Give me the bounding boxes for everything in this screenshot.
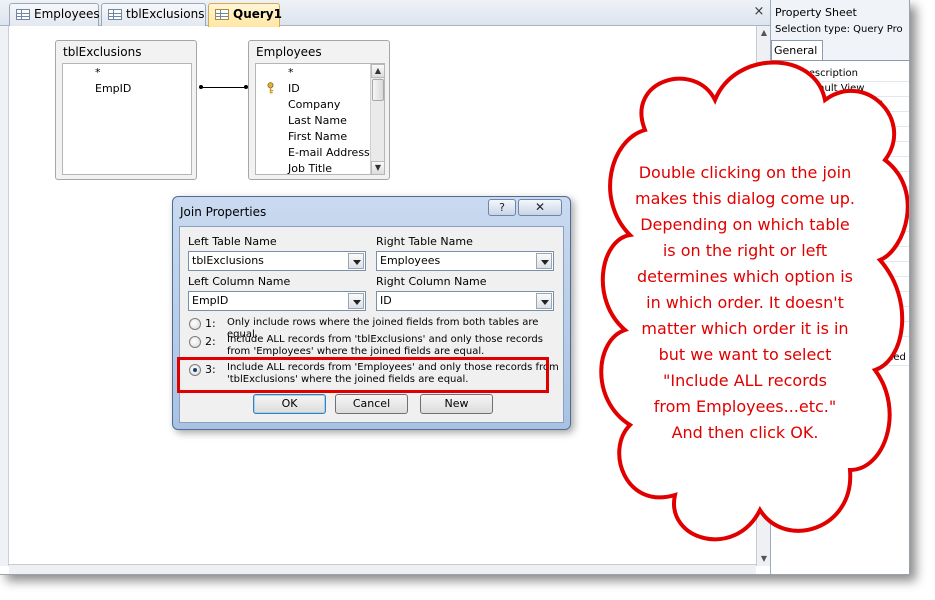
chevron-down-icon[interactable] bbox=[536, 293, 552, 309]
right-table-value: Employees bbox=[380, 254, 441, 267]
tab-employees[interactable]: Employees bbox=[9, 3, 100, 26]
left-column-label: Left Column Name bbox=[188, 275, 291, 288]
callout-line: "Include ALL records bbox=[663, 371, 827, 390]
ok-button[interactable]: OK bbox=[253, 394, 326, 414]
tab-label: Employees bbox=[34, 7, 100, 21]
field-list: * EmpID bbox=[62, 63, 192, 175]
join-option-2-radio[interactable] bbox=[189, 336, 201, 348]
callout-line: from Employees...etc." bbox=[653, 397, 837, 416]
right-column-value: ID bbox=[380, 294, 392, 307]
field-item-id[interactable]: ID bbox=[288, 82, 300, 95]
left-gutter bbox=[0, 26, 9, 566]
option-number: 3: bbox=[205, 363, 216, 376]
scroll-up-icon[interactable]: ▲ bbox=[757, 26, 771, 40]
field-item[interactable]: Company bbox=[288, 98, 340, 111]
join-properties-dialog: Join Properties ? ✕ Left Table Name tblE… bbox=[172, 196, 571, 430]
dialog-body: Left Table Name tblExclusions Right Tabl… bbox=[179, 226, 564, 423]
field-item[interactable]: Last Name bbox=[288, 114, 347, 127]
table-box-title[interactable]: tblExclusions bbox=[56, 41, 196, 63]
field-item[interactable]: Job Title bbox=[288, 162, 332, 174]
join-line[interactable] bbox=[201, 87, 246, 88]
table-icon bbox=[108, 9, 122, 20]
table-box-title[interactable]: Employees bbox=[249, 41, 389, 63]
right-table-label: Right Table Name bbox=[376, 235, 473, 248]
option-number: 2: bbox=[205, 335, 216, 348]
callout-line: is on the right or left bbox=[662, 241, 828, 260]
selection-type: Selection type: Query Pro bbox=[775, 24, 903, 35]
left-table-label: Left Table Name bbox=[188, 235, 277, 248]
left-column-value: EmpID bbox=[192, 294, 229, 307]
field-item[interactable]: E-mail Address bbox=[288, 146, 370, 159]
option-text[interactable]: Include ALL records from 'Employees' and… bbox=[227, 362, 562, 386]
table-icon bbox=[16, 9, 30, 20]
document-tab-strip: Employees tblExclusions Query1 × bbox=[0, 0, 770, 27]
field-item[interactable]: First Name bbox=[288, 130, 347, 143]
right-table-select[interactable]: Employees bbox=[376, 251, 554, 271]
table-box-employees[interactable]: Employees * ID Company Last Name First N… bbox=[248, 40, 390, 180]
left-column-select[interactable]: EmpID bbox=[188, 291, 366, 311]
left-table-select[interactable]: tblExclusions bbox=[188, 251, 366, 271]
close-tab-icon[interactable]: × bbox=[752, 5, 766, 19]
scroll-thumb[interactable] bbox=[372, 79, 384, 101]
callout-line: Double clicking on the join bbox=[638, 163, 852, 182]
primary-key-icon bbox=[267, 82, 274, 94]
chevron-down-icon[interactable] bbox=[348, 253, 364, 269]
table-box-tblexclusions[interactable]: tblExclusions * EmpID bbox=[55, 40, 197, 180]
tab-tblexclusions[interactable]: tblExclusions bbox=[101, 3, 206, 26]
dialog-title: Join Properties bbox=[180, 205, 267, 219]
left-table-value: tblExclusions bbox=[192, 254, 264, 267]
callout-line: makes this dialog come up. bbox=[635, 189, 855, 208]
tab-label: tblExclusions bbox=[126, 7, 205, 21]
callout-line: in which order. It doesn't bbox=[646, 293, 844, 312]
join-option-3-radio[interactable] bbox=[189, 364, 201, 376]
chevron-down-icon[interactable] bbox=[536, 253, 552, 269]
field-item[interactable]: * bbox=[288, 66, 294, 79]
property-sheet-title: Property Sheet bbox=[775, 6, 857, 19]
query-icon bbox=[215, 9, 229, 20]
cancel-button[interactable]: Cancel bbox=[335, 394, 408, 414]
scroll-down-icon[interactable]: ▼ bbox=[371, 161, 384, 174]
callout-line: Depending on which table bbox=[640, 215, 850, 234]
field-item[interactable]: * bbox=[95, 66, 101, 79]
new-button[interactable]: New bbox=[420, 394, 493, 414]
field-list: * ID Company Last Name First Name E-mail… bbox=[255, 63, 385, 175]
scroll-up-icon[interactable]: ▲ bbox=[371, 64, 384, 78]
callout-line: determines which option is bbox=[636, 267, 853, 286]
field-item-empid[interactable]: EmpID bbox=[95, 82, 131, 95]
callout-line: but we want to select bbox=[658, 345, 832, 364]
callout-line: matter which order it is in bbox=[641, 319, 849, 338]
option-text[interactable]: Include ALL records from 'tblExclusions'… bbox=[227, 334, 562, 358]
tab-label: Query1 bbox=[233, 7, 282, 21]
close-button[interactable]: ✕ bbox=[518, 199, 562, 216]
field-list-scrollbar[interactable]: ▲ ▼ bbox=[370, 64, 384, 174]
option-number: 1: bbox=[205, 317, 216, 330]
tab-query1[interactable]: Query1 bbox=[208, 3, 282, 27]
right-column-label: Right Column Name bbox=[376, 275, 487, 288]
join-option-1-radio[interactable] bbox=[189, 318, 201, 330]
callout-text: Double clicking on the join makes this d… bbox=[620, 160, 870, 446]
chevron-down-icon[interactable] bbox=[348, 293, 364, 309]
access-window: Employees tblExclusions Query1 × tblExcl… bbox=[0, 0, 910, 575]
help-button[interactable]: ? bbox=[488, 199, 516, 216]
right-column-select[interactable]: ID bbox=[376, 291, 554, 311]
callout-line: And then click OK. bbox=[671, 423, 819, 442]
